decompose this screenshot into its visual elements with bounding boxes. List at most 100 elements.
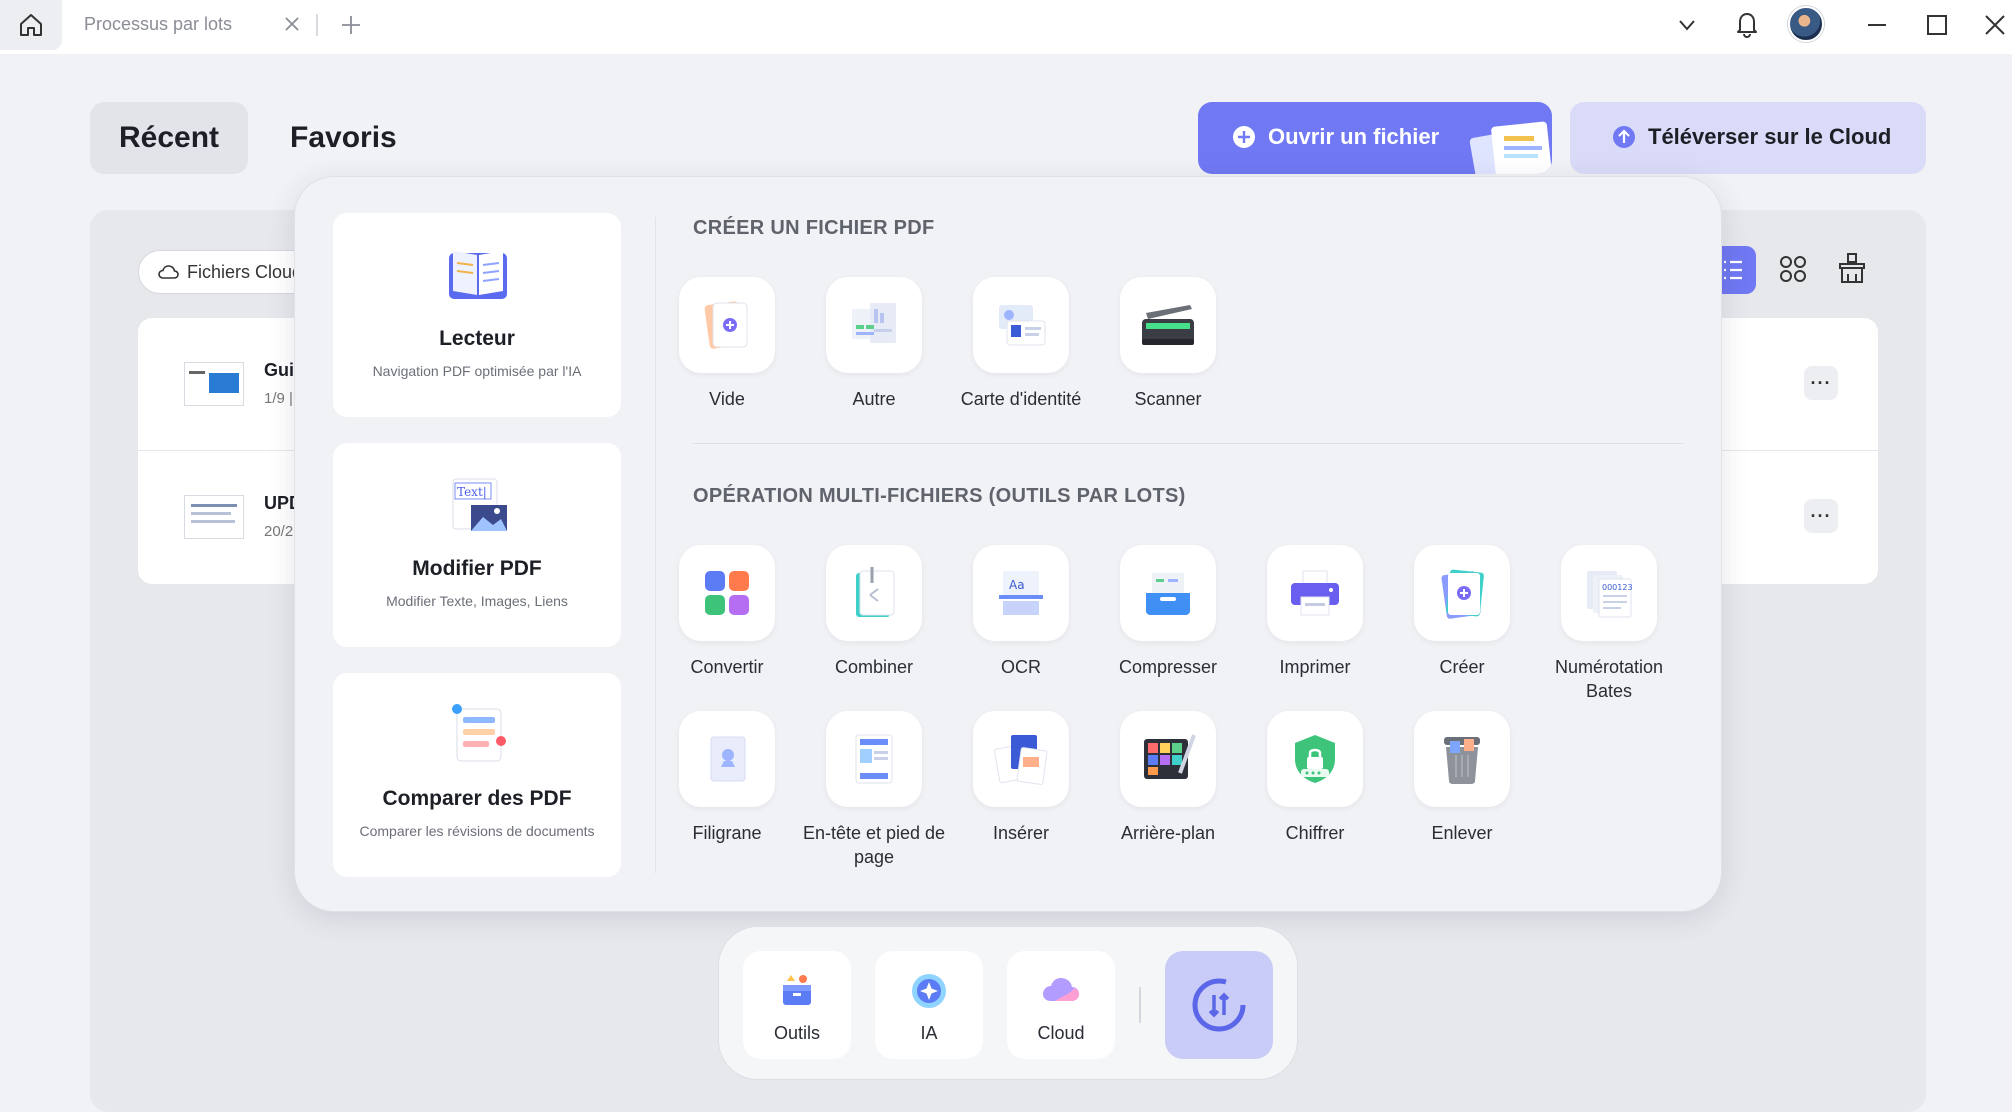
tool-convert[interactable]: Convertir [653,545,801,679]
dock-tools-button[interactable]: Outils [743,951,851,1059]
tool-scanner[interactable]: Scanner [1094,277,1242,411]
tab-divider [316,14,318,36]
tool-other[interactable]: Autre [800,277,948,411]
tool-create[interactable]: Créer [1388,545,1536,679]
grid-view-icon[interactable] [1776,252,1810,286]
dock-cloud-label: Cloud [1037,1023,1085,1043]
tool-print[interactable]: Imprimer [1241,545,1389,679]
tool-id-card[interactable]: Carte d'identité [947,277,1095,411]
svg-text:Aa: Aa [1009,578,1025,592]
tool-watermark[interactable]: Filigrane [653,711,801,845]
tool-label: Vide [709,389,745,409]
tool-label: Insérer [992,823,1050,843]
open-file-button[interactable]: Ouvrir un fichier [1198,102,1552,174]
convert-icon [705,571,749,615]
trash-bin-icon [1444,737,1480,784]
dock-divider [1139,987,1141,1023]
compare-pdf-subtitle: Comparer les révisions de documents [359,823,595,839]
tool-combine[interactable]: Combiner [800,545,948,679]
tool-ocr[interactable]: Aa OCR [947,545,1095,679]
plus-circle-icon [1233,126,1255,148]
tool-insert[interactable]: Insérer [947,711,1095,845]
documents-illustration-icon [1469,121,1552,174]
ocr-icon: Aa [999,571,1043,615]
tool-bates-numbering[interactable]: 000123 Numérotation Bates [1535,545,1683,703]
tool-label: Numérotation Bates [1554,657,1664,701]
tool-remove[interactable]: Enlever [1388,711,1536,845]
tool-encrypt[interactable]: Chiffrer [1241,711,1389,845]
minimize-icon[interactable] [1864,12,1890,38]
cloud-files-label: Fichiers Cloud [187,261,303,282]
tool-blank[interactable]: Vide [653,277,801,411]
printer-icon [1291,570,1339,616]
tab-title[interactable]: Processus par lots [84,14,232,35]
edit-pdf-title: Modifier PDF [412,557,542,580]
file-thumbnail [184,495,244,539]
more-options-button[interactable]: ··· [1804,499,1838,533]
tool-label: Imprimer [1279,657,1351,677]
book-reader-icon [449,251,507,299]
home-button[interactable] [0,0,62,50]
edit-pdf-card[interactable]: Text| Modifier PDF Modifier Texte, Image… [333,443,621,647]
reader-subtitle: Navigation PDF optimisée par l'IA [372,363,582,379]
compress-icon [1146,573,1190,615]
bates-numbering-icon: 000123 [1587,571,1633,618]
tool-label: Chiffrer [1285,823,1345,843]
tool-label: OCR [1001,657,1041,677]
add-tab-icon[interactable] [338,12,364,38]
close-tab-icon[interactable] [280,12,304,36]
more-options-button[interactable]: ··· [1804,366,1838,400]
other-documents-icon [852,303,896,343]
section-divider [693,443,1683,444]
tool-label: Convertir [690,657,764,677]
tool-label: Carte d'identité [960,389,1082,409]
cloud-colorful-icon [1043,978,1079,1001]
bottom-dock: Outils IA Cloud [718,926,1298,1080]
batch-section-title: OPÉRATION MULTI-FICHIERS (OUTILS PAR LOT… [693,485,1186,507]
create-section-title: CRÉER UN FICHIER PDF [693,217,935,239]
tool-label: Arrière-plan [1120,823,1216,843]
reader-card[interactable]: Lecteur Navigation PDF optimisée par l'I… [333,213,621,417]
tool-label: Compresser [1118,657,1218,677]
tool-label: Créer [1439,657,1485,677]
file-name: Gui [264,360,294,380]
maximize-icon[interactable] [1924,12,1950,38]
ai-sparkle-icon [912,974,946,1008]
edit-text-image-icon: Text| [452,478,507,531]
lock-shield-icon [1295,735,1335,783]
avatar[interactable] [1788,6,1824,42]
open-file-label: Ouvrir un fichier [1268,124,1440,149]
tools-popup: Lecteur Navigation PDF optimisée par l'I… [294,176,1722,912]
svg-text:000123: 000123 [1602,583,1633,592]
upload-cloud-button[interactable]: Téléverser sur le Cloud [1570,102,1926,174]
tool-label: Autre [852,389,896,409]
dock-cloud-button[interactable]: Cloud [1007,951,1115,1059]
tool-label: Enlever [1431,823,1493,843]
file-thumbnail [184,362,244,406]
dock-batch-button[interactable] [1165,951,1273,1059]
edit-pdf-subtitle: Modifier Texte, Images, Liens [386,593,568,609]
scanner-icon [1142,305,1194,345]
file-meta: 20/2 [264,523,294,540]
home-icon [20,14,42,36]
compare-pdf-card[interactable]: Comparer des PDF Comparer les révisions … [333,673,621,877]
chevron-down-icon[interactable] [1674,12,1700,38]
background-palette-icon [1144,734,1196,779]
dock-tools-label: Outils [773,1023,820,1043]
dock-ai-label: IA [920,1023,938,1043]
upload-cloud-label: Téléverser sur le Cloud [1648,124,1892,149]
reader-title: Lecteur [439,327,515,350]
clean-broom-icon[interactable] [1834,250,1870,286]
combine-icon [856,567,895,617]
edit-icon-text: Text| [457,485,487,499]
tool-compress[interactable]: Compresser [1094,545,1242,679]
tool-header-footer[interactable]: En-tête et pied de page [800,711,948,869]
tool-background[interactable]: Arrière-plan [1094,711,1242,845]
tool-label: En-tête et pied de page [802,823,946,867]
tab-recent[interactable]: Récent [90,102,248,174]
dock-ai-button[interactable]: IA [875,951,983,1059]
bell-icon[interactable] [1732,8,1762,40]
close-window-icon[interactable] [1982,12,2008,38]
blank-document-icon [704,301,748,349]
tab-favorites[interactable]: Favoris [290,102,410,174]
